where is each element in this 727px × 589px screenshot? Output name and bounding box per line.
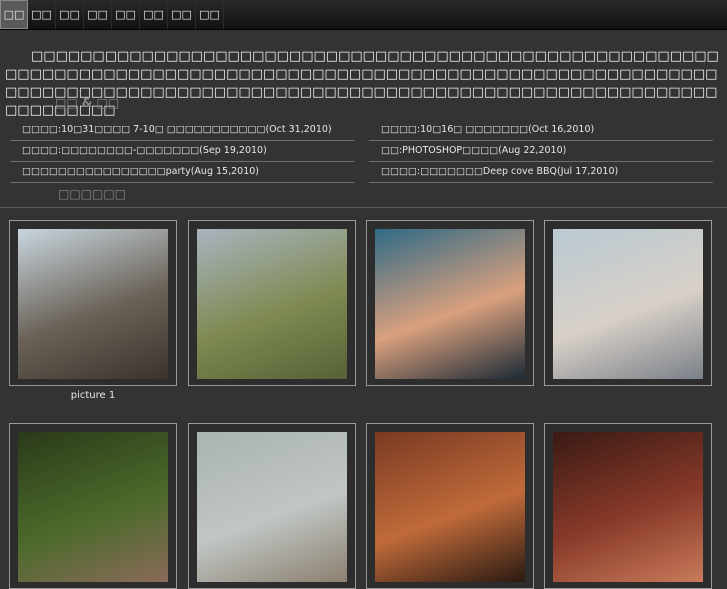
- nav-item-6[interactable]: □□: [140, 0, 168, 29]
- posts-column-right: □□□□:10□16□ □□□□□□□(Oct 16,2010) □□:PHOT…: [369, 120, 713, 183]
- photo-thumbnail-1[interactable]: [9, 220, 177, 386]
- photo-image: [553, 432, 703, 582]
- gallery-section-title: □□□□□□: [58, 187, 127, 201]
- post-link[interactable]: □□□□:□□□□□□□Deep cove BBQ(Jul 17,2010): [369, 162, 713, 183]
- photo-caption: picture 1: [70, 390, 116, 401]
- photo-thumbnail-4[interactable]: [544, 220, 712, 386]
- photo-image: [375, 229, 525, 379]
- nav-item-7[interactable]: □□: [168, 0, 196, 29]
- photo-thumbnail-6[interactable]: [188, 423, 356, 589]
- top-nav: □□ □□ □□ □□ □□ □□ □□ □□: [0, 0, 727, 30]
- photo-thumbnail-3[interactable]: [366, 220, 534, 386]
- photo-image: [197, 229, 347, 379]
- photo-image: [375, 432, 525, 582]
- photo-image: [18, 432, 168, 582]
- nav-item-4[interactable]: □□: [84, 0, 112, 29]
- post-link[interactable]: □□□□:□□□□□□□□-□□□□□□□(Sep 19,2010): [10, 141, 354, 162]
- post-link[interactable]: □□□□:10□16□ □□□□□□□(Oct 16,2010): [369, 120, 713, 141]
- post-link[interactable]: □□□□:10□31□□□□ 7-10□ □□□□□□□□□□□(Oct 31,…: [10, 120, 354, 141]
- nav-item-2[interactable]: □□: [28, 0, 56, 29]
- photo-image: [197, 432, 347, 582]
- nav-item-5[interactable]: □□: [112, 0, 140, 29]
- photo-image: [553, 229, 703, 379]
- post-link[interactable]: □□□□□□□□□□□□□□□□party(Aug 15,2010): [10, 162, 354, 183]
- photo-thumbnail-8[interactable]: [544, 423, 712, 589]
- post-link[interactable]: □□:PHOTOSHOP□□□□(Aug 22,2010): [369, 141, 713, 162]
- photo-thumbnail-7[interactable]: [366, 423, 534, 589]
- posts-column-left: □□□□:10□31□□□□ 7-10□ □□□□□□□□□□□(Oct 31,…: [10, 120, 354, 183]
- section-divider: [0, 207, 727, 208]
- nav-item-home[interactable]: □□: [0, 0, 28, 29]
- nav-item-8[interactable]: □□: [196, 0, 224, 29]
- photo-thumbnail-2[interactable]: [188, 220, 356, 386]
- photo-image: [18, 229, 168, 379]
- photo-thumbnail-5[interactable]: [9, 423, 177, 589]
- posts-section-title: □□ & □□: [55, 96, 120, 110]
- nav-item-3[interactable]: □□: [56, 0, 84, 29]
